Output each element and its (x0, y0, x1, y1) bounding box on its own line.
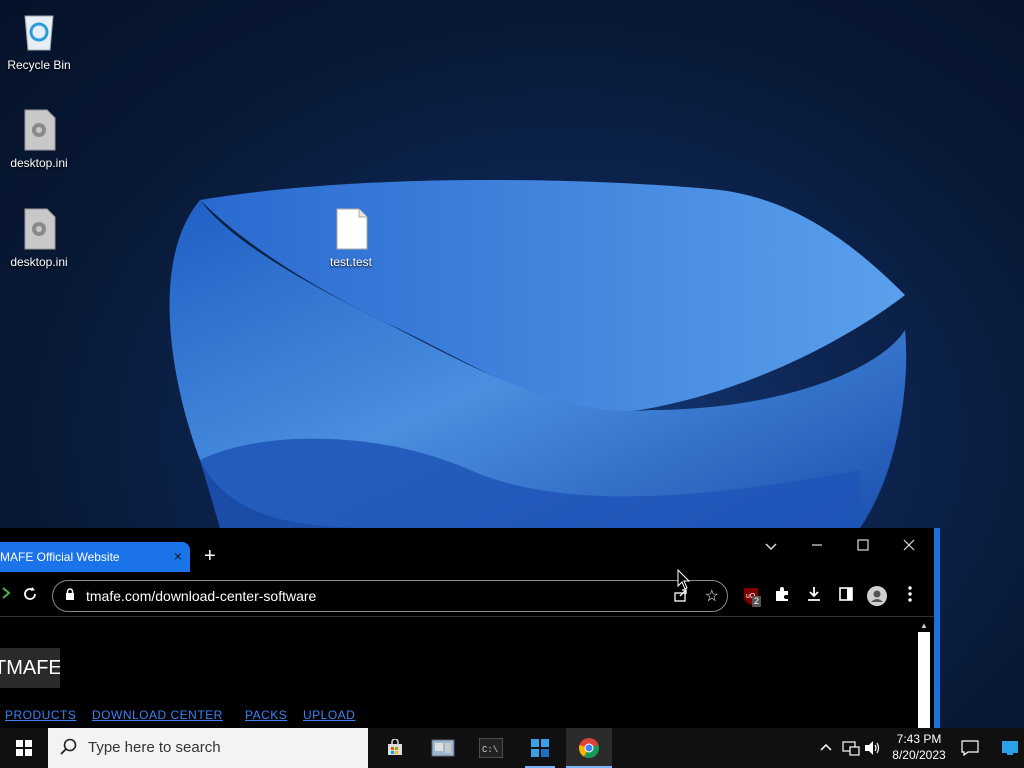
scrollbar-thumb[interactable] (918, 632, 930, 728)
lock-icon (65, 588, 75, 604)
nav-link-packs[interactable]: PACKS (245, 708, 287, 722)
clock-date: 8/20/2023 (892, 748, 946, 762)
clock-time: 7:43 PM (896, 732, 942, 746)
browser-toolbar: tmafe.com/download-center-software ☆ uO … (0, 576, 934, 617)
speaker-icon (865, 741, 880, 755)
maximize-button[interactable] (848, 534, 878, 558)
page-content: TMAFE PRODUCTS DOWNLOAD CENTER PACKS UPL… (0, 618, 934, 728)
notifications-button[interactable] (956, 728, 984, 768)
svg-text:C:\: C:\ (482, 745, 498, 755)
taskbar-control-panel-app[interactable] (420, 728, 466, 768)
desktop-icon-desktop-ini[interactable]: desktop.ini (3, 108, 75, 170)
show-desktop-button[interactable] (996, 728, 1024, 768)
extension-badge: 2 (752, 596, 762, 607)
network-tray-button[interactable] (840, 728, 862, 768)
nav-link-upload[interactable]: UPLOAD (303, 708, 355, 722)
taskbar-store-app[interactable] (372, 728, 418, 768)
reload-icon[interactable] (20, 586, 40, 606)
recycle-bin-icon (19, 10, 59, 54)
mouse-cursor (677, 569, 691, 590)
windows-logo-icon (16, 740, 32, 756)
chrome-icon (579, 738, 599, 758)
start-button[interactable] (0, 728, 48, 768)
ublock-extension-icon[interactable]: uO 2 (742, 586, 762, 607)
site-logo[interactable]: TMAFE (0, 648, 60, 688)
window-border (934, 528, 940, 728)
url-text: tmafe.com/download-center-software (86, 588, 317, 604)
profile-avatar-icon[interactable] (867, 586, 887, 606)
browser-tab-active[interactable]: MAFE Official Website × (0, 542, 190, 572)
notification-icon (961, 740, 979, 756)
desktop-icon-desktop-ini[interactable]: desktop.ini (3, 207, 75, 269)
desktop-icon-label: desktop.ini (10, 156, 68, 170)
taskbar-app-grid[interactable] (517, 728, 563, 768)
taskbar: Type here to search C:\ 7:43 PM 8/20/202… (0, 728, 1024, 768)
show-hidden-icons-button[interactable] (816, 728, 838, 768)
tab-close-icon[interactable]: × (174, 548, 182, 564)
control-panel-icon (431, 739, 455, 757)
desktop-icon-label: test.test (329, 255, 373, 269)
nav-link-download-center[interactable]: DOWNLOAD CENTER (92, 708, 223, 722)
forward-arrow-icon[interactable] (0, 586, 16, 606)
extensions-puzzle-icon[interactable] (772, 586, 792, 606)
chevron-up-icon (820, 743, 832, 751)
side-panel-icon[interactable] (836, 586, 856, 606)
scroll-up-icon[interactable]: ▲ (920, 621, 928, 630)
settings-file-icon (19, 207, 59, 251)
minimize-button[interactable] (802, 534, 832, 558)
browser-window: MAFE Official Website × + tmafe.com/down… (0, 528, 940, 728)
desktop-icon-recycle-bin[interactable]: Recycle Bin (3, 10, 75, 72)
download-icon[interactable] (804, 586, 824, 606)
desktop-icon-label: Recycle Bin (7, 58, 71, 72)
terminal-icon: C:\ (479, 738, 503, 758)
page-scrollbar[interactable]: ▲ (918, 618, 930, 728)
tab-title: MAFE Official Website (0, 550, 120, 564)
browser-titlebar: MAFE Official Website × + (0, 528, 934, 572)
blank-file-icon (331, 207, 371, 251)
bookmark-star-icon[interactable]: ☆ (705, 586, 719, 606)
site-logo-text: TMAFE (0, 657, 60, 679)
menu-kebab-icon[interactable] (900, 586, 920, 606)
app-grid-icon (531, 739, 549, 757)
desktop-preview-icon (1002, 741, 1018, 755)
store-bag-icon (388, 739, 402, 755)
tab-search-icon[interactable] (756, 534, 786, 558)
nav-link-products[interactable]: PRODUCTS (5, 708, 76, 722)
search-icon (60, 738, 78, 760)
taskbar-chrome-app[interactable] (566, 728, 612, 768)
new-tab-button[interactable]: + (204, 546, 216, 566)
close-window-button[interactable] (894, 534, 924, 558)
desktop-icon-test-file[interactable]: test.test (315, 207, 387, 269)
search-placeholder: Type here to search (88, 739, 221, 756)
volume-tray-button[interactable] (862, 728, 884, 768)
taskbar-command-prompt-app[interactable]: C:\ (468, 728, 514, 768)
address-bar[interactable]: tmafe.com/download-center-software ☆ (52, 580, 728, 612)
settings-file-icon (19, 108, 59, 152)
desktop-icon-label: desktop.ini (10, 255, 68, 269)
taskbar-clock[interactable]: 7:43 PM 8/20/2023 (888, 731, 950, 763)
taskbar-search-box[interactable]: Type here to search (48, 728, 368, 768)
network-icon (842, 741, 860, 756)
